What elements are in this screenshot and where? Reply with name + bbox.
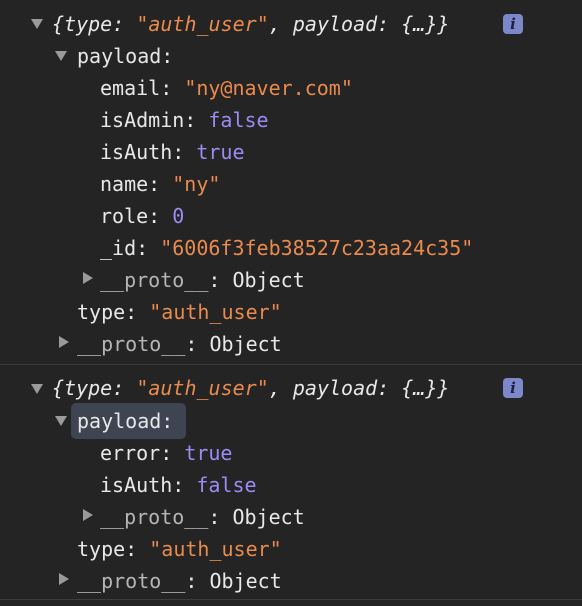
payload-property[interactable]: payload: bbox=[77, 40, 173, 72]
collapse-triangle-icon[interactable] bbox=[83, 272, 93, 284]
property-row[interactable]: error: true bbox=[100, 437, 232, 469]
property-row[interactable]: email: "ny@naver.com" bbox=[100, 72, 353, 104]
property-row[interactable]: isAuth: false bbox=[100, 469, 257, 501]
log-entry: {type: "auth_user", payload: {…}} i payl… bbox=[0, 0, 582, 364]
console-panel: {type: "auth_user", payload: {…}} i payl… bbox=[0, 0, 582, 606]
collapse-triangle-icon[interactable] bbox=[59, 336, 69, 348]
object-summary[interactable]: {type: "auth_user", payload: {…}} bbox=[52, 372, 449, 404]
object-summary[interactable]: {type: "auth_user", payload: {…}} bbox=[52, 8, 449, 40]
property-row[interactable]: role: 0 bbox=[100, 200, 184, 232]
property-row[interactable]: name: "ny" bbox=[100, 168, 220, 200]
entry-divider bbox=[0, 599, 582, 600]
property-row[interactable]: isAdmin: false bbox=[100, 104, 269, 136]
property-row[interactable]: _id: "6006f3feb38527c23aa24c35" bbox=[100, 232, 473, 264]
proto-row[interactable]: __proto__: Object bbox=[100, 501, 305, 533]
log-entry: {type: "auth_user", payload: {…}} i payl… bbox=[0, 365, 582, 599]
expand-triangle-icon[interactable] bbox=[31, 19, 43, 29]
proto-row[interactable]: __proto__: Object bbox=[77, 328, 282, 360]
expand-triangle-icon[interactable] bbox=[55, 416, 67, 426]
payload-property[interactable]: payload: bbox=[77, 405, 173, 437]
proto-row[interactable]: __proto__: Object bbox=[77, 565, 282, 597]
property-row[interactable]: type: "auth_user" bbox=[77, 296, 282, 328]
info-icon[interactable]: i bbox=[503, 378, 523, 398]
property-row[interactable]: isAuth: true bbox=[100, 136, 245, 168]
property-row[interactable]: type: "auth_user" bbox=[77, 533, 282, 565]
collapse-triangle-icon[interactable] bbox=[59, 573, 69, 585]
expand-triangle-icon[interactable] bbox=[55, 51, 67, 61]
expand-triangle-icon[interactable] bbox=[31, 384, 43, 394]
collapse-triangle-icon[interactable] bbox=[83, 509, 93, 521]
info-icon[interactable]: i bbox=[503, 14, 523, 34]
proto-row[interactable]: __proto__: Object bbox=[100, 264, 305, 296]
